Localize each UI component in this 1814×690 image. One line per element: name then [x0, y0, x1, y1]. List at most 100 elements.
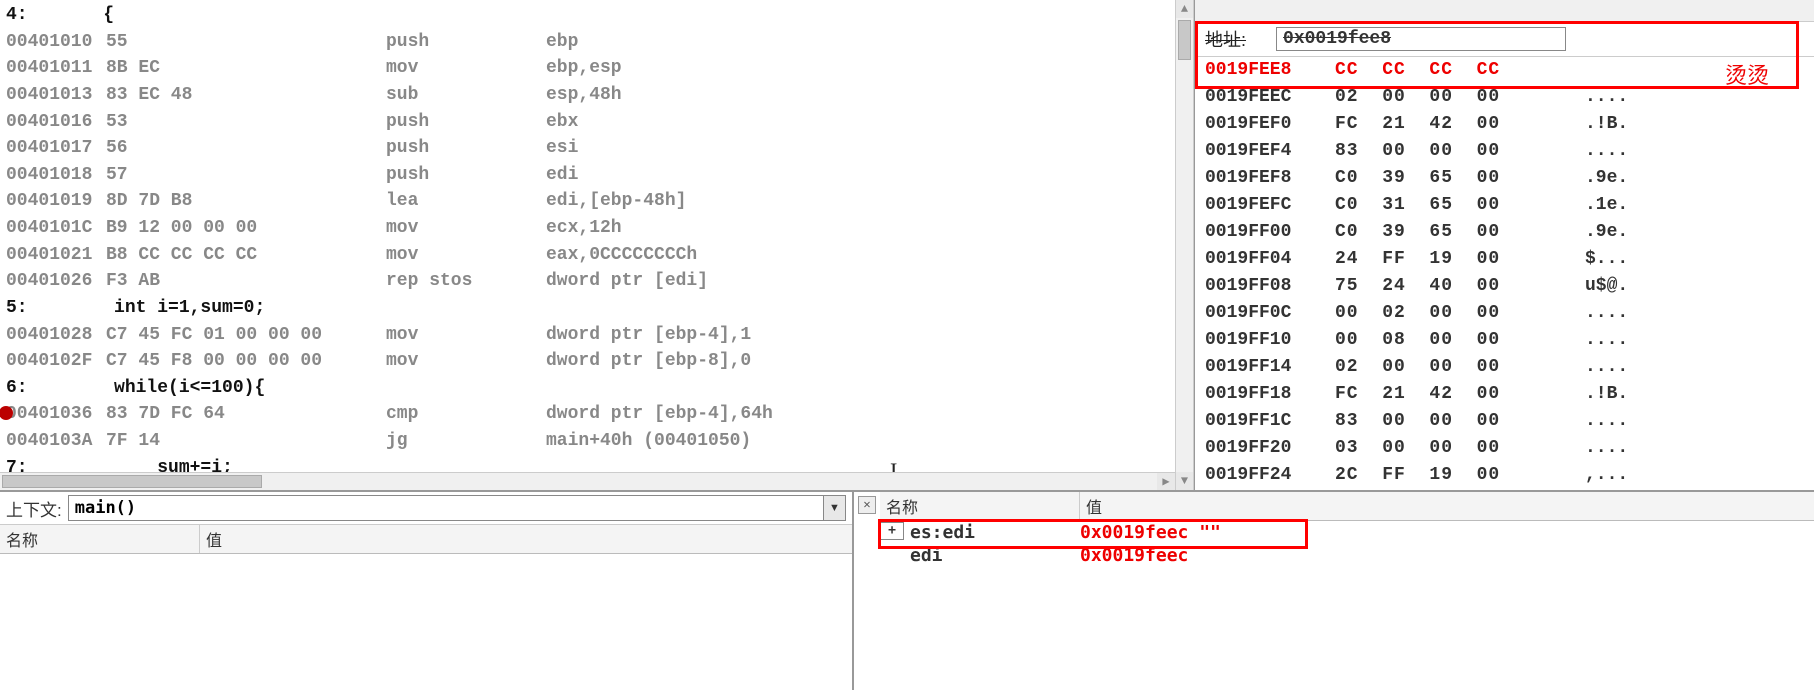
disasm-line[interactable]: 6: while(i<=100){	[6, 375, 1187, 402]
bytes: C7 45 FC 01 00 00 00	[106, 322, 386, 349]
memory-row[interactable]: 0019FF0424 FF 19 00$...	[1205, 246, 1804, 273]
scroll-thumb[interactable]	[1178, 20, 1191, 60]
col-value[interactable]: 值	[200, 525, 852, 553]
mem-addr: 0019FF14	[1205, 354, 1335, 381]
context-input[interactable]	[69, 496, 823, 520]
disasm-line[interactable]: 0040102FC7 45 F8 00 00 00 00movdword ptr…	[6, 348, 1187, 375]
mnemonic: jg	[386, 428, 546, 455]
mem-addr: 0019FF04	[1205, 246, 1335, 273]
watch-value: 0x0019feec	[1080, 545, 1188, 566]
mem-bytes: C0 39 65 00	[1335, 219, 1585, 246]
memory-row[interactable]: 0019FF0C00 02 00 00....	[1205, 300, 1804, 327]
mem-ascii: u$@.	[1585, 273, 1628, 300]
mem-ascii: .!B.	[1585, 111, 1628, 138]
disasm-line[interactable]: 0040101857pushedi	[6, 162, 1187, 189]
memory-row[interactable]: 0019FF1C83 00 00 00....	[1205, 408, 1804, 435]
mem-bytes: 83 00 00 00	[1335, 138, 1585, 165]
bytes: 7F 14	[106, 428, 386, 455]
disasm-line[interactable]: 0040103A7F 14jgmain+40h (00401050)	[6, 428, 1187, 455]
watch-row[interactable]: +es:edi0x0019feec ""	[880, 521, 1814, 544]
bytes: F3 AB	[106, 268, 386, 295]
col-value[interactable]: 值	[1080, 492, 1814, 520]
memory-address-input[interactable]	[1276, 27, 1566, 51]
disasm-line[interactable]: 5: int i=1,sum=0;	[6, 295, 1187, 322]
mem-addr: 0019FF0C	[1205, 300, 1335, 327]
memory-address-label: 地址:	[1205, 26, 1246, 52]
watch-left-pane: 上下文: ▼ 名称 值	[0, 492, 854, 690]
watch-left-header: 名称 值	[0, 525, 852, 554]
mem-addr: 0019FEF0	[1205, 111, 1335, 138]
disasm-line[interactable]: 4: {	[6, 2, 1187, 29]
memory-row[interactable]: 0019FEFCC0 31 65 00.1e.	[1205, 192, 1804, 219]
watch-name: es:edi	[910, 522, 1080, 543]
mem-bytes: 03 00 00 00	[1335, 435, 1585, 462]
memory-row[interactable]: 0019FF242C FF 19 00,...	[1205, 462, 1804, 489]
scroll-down-icon[interactable]: ▼	[1176, 472, 1193, 490]
scroll-right-icon[interactable]: ▶	[1157, 473, 1175, 490]
memory-row[interactable]: 0019FF0875 24 40 00u$@.	[1205, 273, 1804, 300]
memory-row[interactable]: 0019FF00C0 39 65 00.9e.	[1205, 219, 1804, 246]
disasm-line[interactable]: 0040103683 7D FC 64cmpdword ptr [ebp-4],…	[6, 401, 1187, 428]
operands: main+40h (00401050)	[546, 428, 751, 455]
close-icon[interactable]: ✕	[858, 496, 876, 514]
horizontal-scrollbar[interactable]: ▶	[0, 472, 1175, 490]
operands: dword ptr [edi]	[546, 268, 708, 295]
vertical-scrollbar[interactable]: ▲ ▼	[1175, 0, 1193, 490]
memory-row[interactable]: 0019FF18FC 21 42 00.!B.	[1205, 381, 1804, 408]
watch-left-body[interactable]	[0, 554, 852, 690]
memory-row[interactable]: 0019FF2003 00 00 00....	[1205, 435, 1804, 462]
mem-bytes: 02 00 00 00	[1335, 354, 1585, 381]
mem-addr: 0019FEEC	[1205, 84, 1335, 111]
disasm-line[interactable]: 0040101CB9 12 00 00 00movecx,12h	[6, 215, 1187, 242]
disasm-line[interactable]: 004010118B ECmovebp,esp	[6, 55, 1187, 82]
memory-rows[interactable]: 烫烫 0019FEE8CC CC CC CC0019FEEC02 00 00 0…	[1195, 57, 1814, 490]
disasm-line[interactable]: 00401021B8 CC CC CC CCmoveax,0CCCCCCCCh	[6, 242, 1187, 269]
watch-right-body[interactable]: +es:edi0x0019feec ""edi0x0019feec	[880, 521, 1814, 690]
hscroll-thumb[interactable]	[2, 475, 262, 488]
disasm-line[interactable]: 0040101653pushebx	[6, 109, 1187, 136]
address: 00401028	[6, 322, 106, 349]
dropdown-icon[interactable]: ▼	[823, 496, 845, 520]
scroll-up-icon[interactable]: ▲	[1176, 0, 1193, 18]
col-name[interactable]: 名称	[0, 525, 200, 553]
operands: esp,48h	[546, 82, 622, 109]
operands: ecx,12h	[546, 215, 622, 242]
memory-row[interactable]: 0019FEF0FC 21 42 00.!B.	[1205, 111, 1804, 138]
mem-addr: 0019FF10	[1205, 327, 1335, 354]
mem-ascii: ....	[1585, 300, 1628, 327]
disassembly-pane[interactable]: 4: {0040101055pushebp004010118B ECmovebp…	[0, 0, 1194, 490]
memory-row[interactable]: 0019FEF8C0 39 65 00.9e.	[1205, 165, 1804, 192]
mem-bytes: 75 24 40 00	[1335, 273, 1585, 300]
operands: edi	[546, 162, 578, 189]
disasm-line[interactable]: 004010198D 7D B8leaedi,[ebp-48h]	[6, 188, 1187, 215]
disasm-line[interactable]: 0040101756pushesi	[6, 135, 1187, 162]
watch-row[interactable]: edi0x0019feec	[880, 544, 1814, 567]
context-combo[interactable]: ▼	[68, 495, 846, 521]
address: 0040101C	[6, 215, 106, 242]
memory-row[interactable]: 0019FF1000 08 00 00....	[1205, 327, 1804, 354]
disasm-line[interactable]: 00401028C7 45 FC 01 00 00 00movdword ptr…	[6, 322, 1187, 349]
address: 00401018	[6, 162, 106, 189]
mnemonic: push	[386, 109, 546, 136]
address: 00401026	[6, 268, 106, 295]
disasm-line[interactable]: 0040101055pushebp	[6, 29, 1187, 56]
disasm-line[interactable]: 00401026F3 ABrep stosdword ptr [edi]	[6, 268, 1187, 295]
mnemonic: mov	[386, 242, 546, 269]
mem-ascii: ....	[1585, 354, 1628, 381]
bytes: B9 12 00 00 00	[106, 215, 386, 242]
mem-ascii: .1e.	[1585, 192, 1628, 219]
mnemonic: push	[386, 135, 546, 162]
address: 0040102F	[6, 348, 106, 375]
mem-bytes: FC 21 42 00	[1335, 111, 1585, 138]
disasm-line[interactable]: 0040101383 EC 48subesp,48h	[6, 82, 1187, 109]
mem-addr: 0019FF24	[1205, 462, 1335, 489]
memory-row[interactable]: 0019FEE8CC CC CC CC	[1205, 57, 1804, 84]
address: 00401017	[6, 135, 106, 162]
operands: dword ptr [ebp-4],1	[546, 322, 751, 349]
watch-right-pane: ✕ 名称 值 +es:edi0x0019feec ""edi0x0019feec	[854, 492, 1814, 690]
memory-row[interactable]: 0019FEEC02 00 00 00....	[1205, 84, 1804, 111]
col-name[interactable]: 名称	[880, 492, 1080, 520]
memory-row[interactable]: 0019FF1402 00 00 00....	[1205, 354, 1804, 381]
expand-icon[interactable]: +	[880, 522, 904, 540]
memory-row[interactable]: 0019FEF483 00 00 00....	[1205, 138, 1804, 165]
